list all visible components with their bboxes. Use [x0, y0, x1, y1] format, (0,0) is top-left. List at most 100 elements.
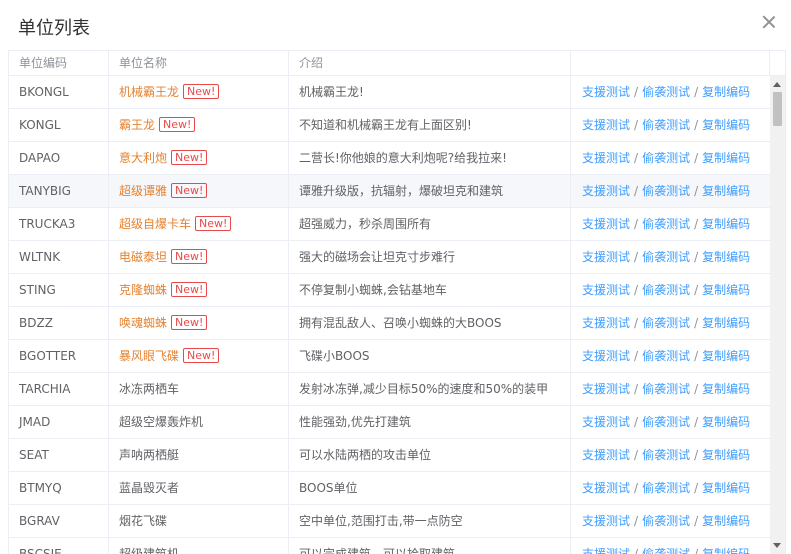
unit-code-cell: BTMYQ [9, 472, 109, 504]
unit-intro-cell: 谭雅升级版，抗辐射，爆破坦克和建筑 [289, 175, 571, 207]
unit-code-cell: KONGL [9, 109, 109, 141]
copy-code-link[interactable]: 复制编码 [702, 217, 750, 231]
table-row: BGOTTER 暴风眼飞碟 New! 飞碟小BOOS 支援测试 / 偷袭测试 / 复制编码 [9, 340, 770, 373]
column-header-name: 单位名称 [109, 51, 289, 75]
support-test-link[interactable]: 支援测试 [582, 415, 630, 429]
table-row: WLTNK 电磁泰坦 New! 强大的磁场会让坦克寸步难行 支援测试 / 偷袭测试 / 复制编码 [9, 241, 770, 274]
support-test-link[interactable]: 支援测试 [582, 349, 630, 363]
copy-code-link[interactable]: 复制编码 [702, 514, 750, 528]
copy-code-link[interactable]: 复制编码 [702, 415, 750, 429]
support-test-link[interactable]: 支援测试 [582, 514, 630, 528]
action-separator: / [634, 415, 639, 429]
new-badge: New! [171, 315, 208, 330]
copy-code-link[interactable]: 复制编码 [702, 481, 750, 495]
support-test-link[interactable]: 支援测试 [582, 151, 630, 165]
action-separator: / [634, 481, 639, 495]
sneak-test-link[interactable]: 偷袭测试 [642, 514, 690, 528]
copy-code-link[interactable]: 复制编码 [702, 85, 750, 99]
copy-code-link[interactable]: 复制编码 [702, 382, 750, 396]
sneak-test-link[interactable]: 偷袭测试 [642, 481, 690, 495]
table-row: STING 克隆蜘蛛 New! 不停复制小蜘蛛,会钻基地车 支援测试 / 偷袭测试 / 复制编码 [9, 274, 770, 307]
copy-code-link[interactable]: 复制编码 [702, 547, 750, 554]
unit-name-cell: 烟花飞碟 [109, 505, 289, 537]
unit-table: 单位编码 单位名称 介绍 BKONGL 机械霸王龙 New! 机械霸王龙! 支援测试 / 偷… [8, 50, 786, 554]
support-test-link[interactable]: 支援测试 [582, 217, 630, 231]
vertical-scrollbar[interactable] [770, 76, 785, 554]
copy-code-link[interactable]: 复制编码 [702, 151, 750, 165]
action-separator: / [634, 118, 639, 132]
close-icon[interactable] [761, 14, 777, 30]
unit-code-cell: DAPAO [9, 142, 109, 174]
copy-code-link[interactable]: 复制编码 [702, 448, 750, 462]
dialog-title: 单位列表 [18, 18, 90, 39]
support-test-link[interactable]: 支援测试 [582, 547, 630, 554]
action-separator: / [634, 316, 639, 330]
action-separator: / [634, 448, 639, 462]
scroll-down-arrow-icon[interactable] [773, 543, 781, 548]
action-separator: / [694, 514, 699, 528]
action-separator: / [694, 448, 699, 462]
sneak-test-link[interactable]: 偷袭测试 [642, 118, 690, 132]
action-separator: / [694, 316, 699, 330]
unit-code-cell: TANYBIG [9, 175, 109, 207]
actions-cell: 支援测试 / 偷袭测试 / 复制编码 [571, 307, 770, 339]
column-header-actions [571, 51, 770, 75]
actions-cell: 支援测试 / 偷袭测试 / 复制编码 [571, 439, 770, 471]
support-test-link[interactable]: 支援测试 [582, 316, 630, 330]
unit-name-cell: 唤魂蜘蛛 New! [109, 307, 289, 339]
action-separator: / [694, 382, 699, 396]
unit-intro-cell: 性能强劲,优先打建筑 [289, 406, 571, 438]
table-row: BTMYQ 蓝晶毁灭者 BOOS单位 支援测试 / 偷袭测试 / 复制编码 [9, 472, 770, 505]
support-test-link[interactable]: 支援测试 [582, 283, 630, 297]
unit-name: 声呐两栖艇 [119, 448, 180, 462]
sneak-test-link[interactable]: 偷袭测试 [642, 415, 690, 429]
sneak-test-link[interactable]: 偷袭测试 [642, 547, 690, 554]
unit-name-cell: 意大利炮 New! [109, 142, 289, 174]
support-test-link[interactable]: 支援测试 [582, 250, 630, 264]
unit-intro-cell: 不停复制小蜘蛛,会钻基地车 [289, 274, 571, 306]
sneak-test-link[interactable]: 偷袭测试 [642, 151, 690, 165]
sneak-test-link[interactable]: 偷袭测试 [642, 85, 690, 99]
unit-name: 超级谭雅 [119, 184, 168, 198]
sneak-test-link[interactable]: 偷袭测试 [642, 217, 690, 231]
copy-code-link[interactable]: 复制编码 [702, 316, 750, 330]
support-test-link[interactable]: 支援测试 [582, 184, 630, 198]
column-header-intro: 介绍 [289, 51, 571, 75]
support-test-link[interactable]: 支援测试 [582, 85, 630, 99]
unit-name: 电磁泰坦 [119, 250, 168, 264]
unit-code-cell: BKONGL [9, 76, 109, 108]
copy-code-link[interactable]: 复制编码 [702, 250, 750, 264]
sneak-test-link[interactable]: 偷袭测试 [642, 349, 690, 363]
support-test-link[interactable]: 支援测试 [582, 481, 630, 495]
actions-cell: 支援测试 / 偷袭测试 / 复制编码 [571, 274, 770, 306]
unit-name: 冰冻两栖车 [119, 382, 180, 396]
new-badge: New! [159, 117, 196, 132]
sneak-test-link[interactable]: 偷袭测试 [642, 184, 690, 198]
action-separator: / [634, 514, 639, 528]
support-test-link[interactable]: 支援测试 [582, 118, 630, 132]
unit-name: 暴风眼飞碟 [119, 349, 180, 363]
scrollbar-thumb[interactable] [773, 92, 782, 126]
sneak-test-link[interactable]: 偷袭测试 [642, 250, 690, 264]
new-badge: New! [171, 249, 208, 264]
copy-code-link[interactable]: 复制编码 [702, 184, 750, 198]
unit-code-cell: STING [9, 274, 109, 306]
support-test-link[interactable]: 支援测试 [582, 448, 630, 462]
support-test-link[interactable]: 支援测试 [582, 382, 630, 396]
table-body: BKONGL 机械霸王龙 New! 机械霸王龙! 支援测试 / 偷袭测试 / 复制编码 KONGL… [9, 76, 770, 554]
action-separator: / [634, 217, 639, 231]
sneak-test-link[interactable]: 偷袭测试 [642, 382, 690, 396]
new-badge: New! [171, 150, 208, 165]
copy-code-link[interactable]: 复制编码 [702, 118, 750, 132]
sneak-test-link[interactable]: 偷袭测试 [642, 448, 690, 462]
unit-intro-cell: 拥有混乱敌人、召唤小蜘蛛的大BOOS [289, 307, 571, 339]
copy-code-link[interactable]: 复制编码 [702, 283, 750, 297]
sneak-test-link[interactable]: 偷袭测试 [642, 316, 690, 330]
scroll-up-arrow-icon[interactable] [773, 82, 781, 87]
column-header-code: 单位编码 [9, 51, 109, 75]
dialog-header: 单位列表 [0, 0, 791, 50]
new-badge: New! [171, 282, 208, 297]
unit-intro-cell: 二营长!你他娘的意大利炮呢?给我拉来! [289, 142, 571, 174]
sneak-test-link[interactable]: 偷袭测试 [642, 283, 690, 297]
copy-code-link[interactable]: 复制编码 [702, 349, 750, 363]
